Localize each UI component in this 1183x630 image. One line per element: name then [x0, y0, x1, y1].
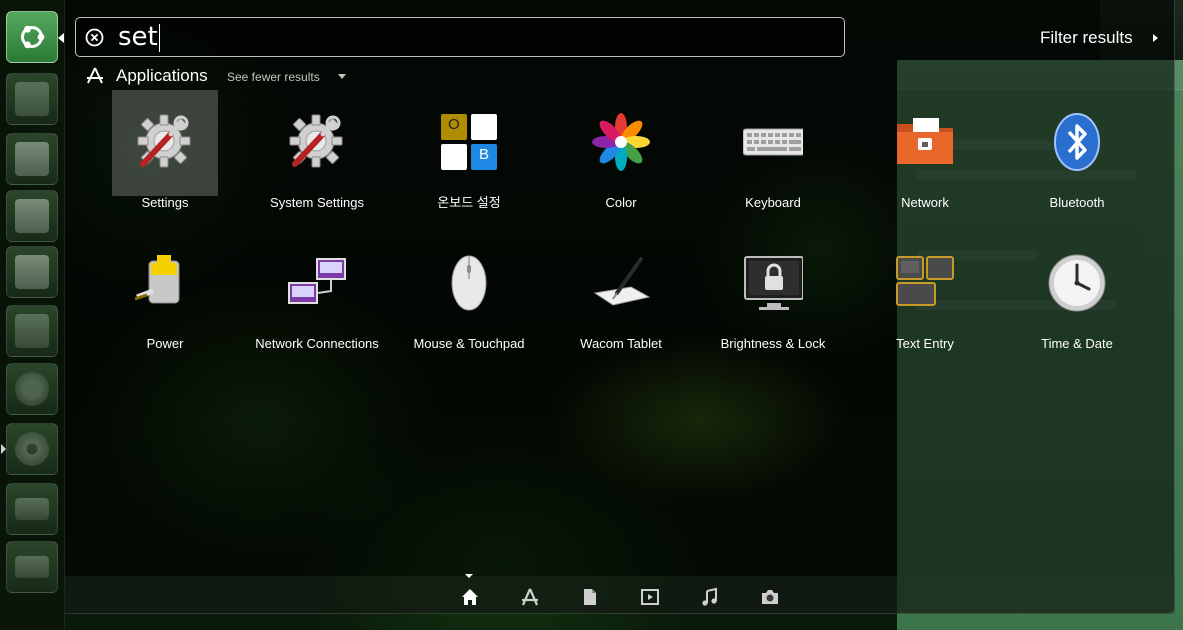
- files-icon: [15, 82, 49, 116]
- app-tile-bluetooth[interactable]: Bluetooth: [1001, 90, 1153, 226]
- software-center-icon: [15, 314, 49, 348]
- filter-results-arrow-icon[interactable]: [1153, 34, 1158, 42]
- color-flower-icon: [591, 112, 651, 172]
- app-tile-power[interactable]: Power: [89, 231, 241, 367]
- home-lens-icon[interactable]: [459, 586, 481, 608]
- lens-bar: [65, 576, 1175, 614]
- app-label: Color: [605, 195, 637, 210]
- category-title: Applications: [116, 66, 208, 85]
- video-lens-icon[interactable]: [639, 586, 661, 608]
- search-input[interactable]: set: [118, 21, 160, 53]
- impress-icon: [15, 255, 49, 289]
- mouse-icon: [439, 253, 499, 313]
- app-tile-brightness-lock[interactable]: Brightness & Lock: [697, 231, 849, 367]
- active-lens-marker: [465, 574, 473, 578]
- app-label: Keyboard: [745, 195, 801, 210]
- photo-lens-icon[interactable]: [759, 586, 781, 608]
- dash-home-button[interactable]: [6, 11, 58, 63]
- app-label: Network: [901, 195, 949, 210]
- drive-icon: [15, 498, 49, 520]
- launcher-disc-button[interactable]: [1, 423, 58, 475]
- brightness-lock-icon: [743, 253, 803, 313]
- wacom-tablet-icon: [591, 253, 651, 313]
- onboard-key-b: B: [479, 146, 490, 163]
- system-settings-icon: [15, 372, 49, 406]
- clear-search-icon[interactable]: [85, 28, 104, 47]
- launcher-drive-button-2[interactable]: [6, 541, 58, 593]
- app-tile-time-date[interactable]: Time & Date: [1001, 231, 1153, 367]
- text-caret: [158, 23, 160, 52]
- app-tile-text-entry[interactable]: Text Entry: [849, 231, 1001, 367]
- app-label: 온보드 설정: [437, 195, 501, 210]
- app-tile-network-connections[interactable]: Network Connections: [241, 231, 393, 367]
- app-tile-[interactable]: O B 온보드 설정: [393, 90, 545, 226]
- battery-power-icon: [135, 253, 195, 313]
- app-label: Bluetooth: [1049, 195, 1105, 210]
- app-label: System Settings: [270, 195, 364, 210]
- app-tile-keyboard[interactable]: Keyboard: [697, 90, 849, 226]
- app-tile-settings[interactable]: Settings: [89, 90, 241, 226]
- app-label: Brightness & Lock: [720, 336, 826, 351]
- disc-icon: [15, 432, 49, 466]
- launcher-impress-button[interactable]: [6, 246, 58, 298]
- filter-results-button[interactable]: Filter results: [1040, 26, 1133, 50]
- app-label: Mouse & Touchpad: [413, 336, 525, 351]
- app-tile-mouse-touchpad[interactable]: Mouse & Touchpad: [393, 231, 545, 367]
- app-label: Text Entry: [896, 336, 954, 351]
- files-lens-icon[interactable]: [579, 586, 601, 608]
- launcher-calc-button[interactable]: [6, 190, 58, 242]
- text-entry-icon: [895, 253, 955, 313]
- settings-gear-wrench-icon: [287, 112, 347, 172]
- writer-icon: [15, 142, 49, 176]
- clock-icon: [1047, 253, 1107, 313]
- launcher: [0, 0, 65, 630]
- settings-gear-wrench-icon: [135, 112, 195, 172]
- see-fewer-results-link[interactable]: See fewer results: [227, 69, 320, 85]
- music-lens-icon[interactable]: [699, 586, 721, 608]
- launcher-writer-button[interactable]: [6, 133, 58, 185]
- applications-lens-icon[interactable]: [519, 586, 541, 608]
- network-folder-icon: [895, 112, 955, 172]
- calc-icon: [15, 199, 49, 233]
- launcher-software-center-button[interactable]: [6, 305, 58, 357]
- see-fewer-chevron-icon[interactable]: [338, 74, 346, 79]
- launcher-system-settings-button[interactable]: [6, 363, 58, 415]
- app-label: Wacom Tablet: [580, 336, 662, 351]
- app-label: Time & Date: [1041, 336, 1113, 351]
- applications-category-icon: [87, 67, 103, 84]
- network-connections-icon: [287, 253, 347, 313]
- app-label: Power: [146, 336, 184, 351]
- app-label: Network Connections: [255, 336, 379, 351]
- drive-icon: [15, 556, 49, 578]
- keyboard-icon: [743, 112, 803, 172]
- bluetooth-icon: [1047, 112, 1107, 172]
- launcher-files-button[interactable]: [6, 73, 58, 125]
- app-tile-network[interactable]: Network: [849, 90, 1001, 226]
- onboard-keyboard-icon: OB: [439, 112, 499, 172]
- app-tile-color[interactable]: Color: [545, 90, 697, 226]
- onboard-key-o: O: [448, 116, 460, 133]
- launcher-drive-button[interactable]: [6, 483, 58, 535]
- app-tile-wacom-tablet[interactable]: Wacom Tablet: [545, 231, 697, 367]
- search-query: set: [118, 22, 158, 52]
- app-label: Settings: [141, 195, 189, 210]
- dash-pointer-arrow: [58, 33, 64, 43]
- ubuntu-logo-icon: [21, 25, 45, 49]
- search-field[interactable]: set: [75, 17, 845, 57]
- app-tile-system-settings[interactable]: System Settings: [241, 90, 393, 226]
